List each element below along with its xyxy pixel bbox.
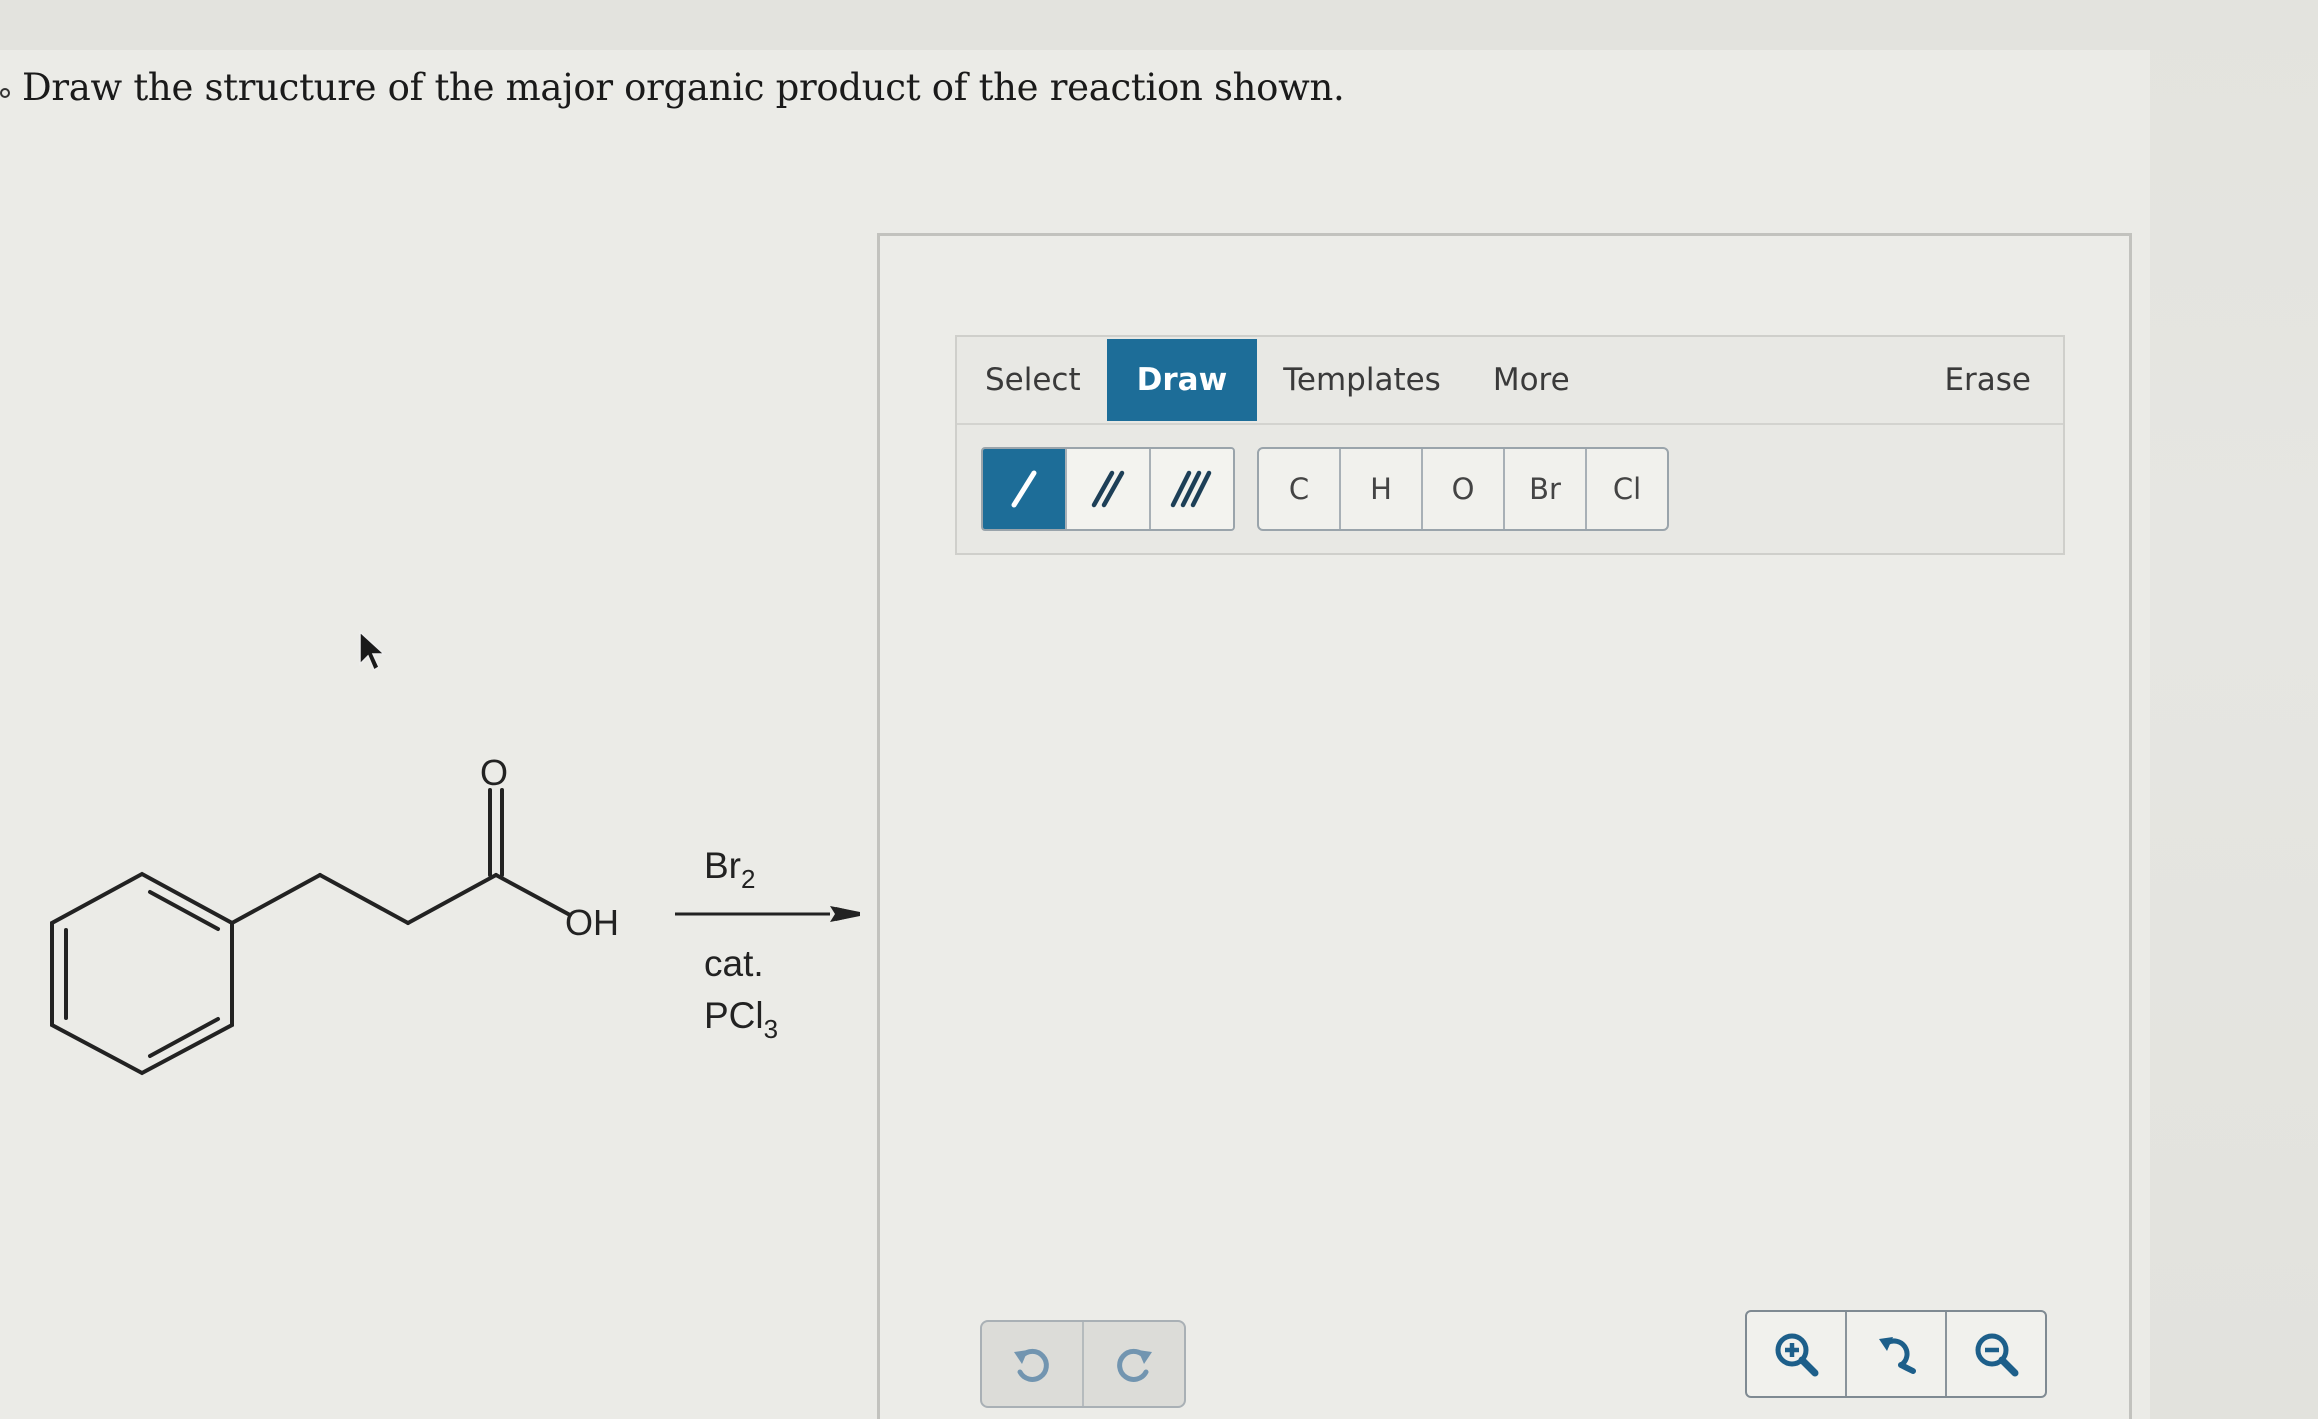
triple-bond-icon bbox=[1170, 470, 1212, 508]
chain-bond-3 bbox=[406, 873, 498, 925]
double-bond-icon bbox=[1091, 470, 1125, 508]
undo-button[interactable] bbox=[982, 1322, 1084, 1406]
reactant-structure bbox=[50, 788, 572, 1076]
atom-tool-group: C H O Br Cl bbox=[1257, 447, 1669, 531]
atom-button-br[interactable]: Br bbox=[1505, 449, 1587, 529]
tab-select[interactable]: Select bbox=[957, 339, 1107, 421]
reaction-arrow bbox=[675, 906, 860, 922]
question-text: Draw the structure of the major organic … bbox=[22, 66, 1345, 109]
editor-tabs: Select Draw Templates More Erase bbox=[957, 337, 2063, 425]
erase-button[interactable]: Erase bbox=[1918, 339, 2063, 421]
zoom-in-button[interactable] bbox=[1747, 1312, 1847, 1396]
question-bullet bbox=[0, 88, 10, 98]
zoom-controls bbox=[1745, 1310, 2047, 1398]
redo-button[interactable] bbox=[1084, 1322, 1184, 1406]
tab-draw[interactable]: Draw bbox=[1106, 339, 1258, 421]
undo-icon bbox=[1014, 1348, 1049, 1382]
chain-bond-1 bbox=[230, 873, 322, 925]
triple-bond-button[interactable] bbox=[1151, 449, 1233, 529]
reagent-br2: Br2 bbox=[704, 845, 755, 894]
benzene-ring bbox=[50, 871, 234, 1076]
single-bond-button[interactable] bbox=[983, 449, 1067, 529]
zoom-reset-icon bbox=[1879, 1337, 1916, 1374]
tab-templates[interactable]: Templates bbox=[1257, 339, 1467, 421]
redo-icon bbox=[1117, 1348, 1152, 1382]
carbonyl-oxygen-label: O bbox=[480, 752, 508, 793]
zoom-reset-button[interactable] bbox=[1847, 1312, 1947, 1396]
hydroxyl-label: OH bbox=[565, 902, 619, 943]
editor-toolbar: Select Draw Templates More Erase C H O B… bbox=[955, 335, 2065, 555]
reagent-pcl3: PCl3 bbox=[704, 995, 778, 1044]
tab-more[interactable]: More bbox=[1467, 339, 1596, 421]
zoom-out-button[interactable] bbox=[1947, 1312, 2045, 1396]
atom-button-o[interactable]: O bbox=[1423, 449, 1505, 529]
chain-bond-2 bbox=[318, 873, 410, 925]
mouse-cursor-icon bbox=[359, 630, 386, 672]
atom-button-h[interactable]: H bbox=[1341, 449, 1423, 529]
history-controls bbox=[980, 1320, 1186, 1408]
single-bond-icon bbox=[1011, 470, 1037, 508]
bond-tool-group bbox=[981, 447, 1235, 531]
reagent-cat: cat. bbox=[704, 943, 764, 984]
double-bond-button[interactable] bbox=[1067, 449, 1151, 529]
zoom-out-icon bbox=[1975, 1333, 2019, 1377]
atom-button-cl[interactable]: Cl bbox=[1587, 449, 1667, 529]
zoom-in-icon bbox=[1775, 1333, 1819, 1377]
c-oh-bond bbox=[494, 873, 572, 917]
atom-button-c[interactable]: C bbox=[1259, 449, 1341, 529]
reaction-scheme: O OH Br2 cat. PCl3 bbox=[50, 752, 860, 1076]
